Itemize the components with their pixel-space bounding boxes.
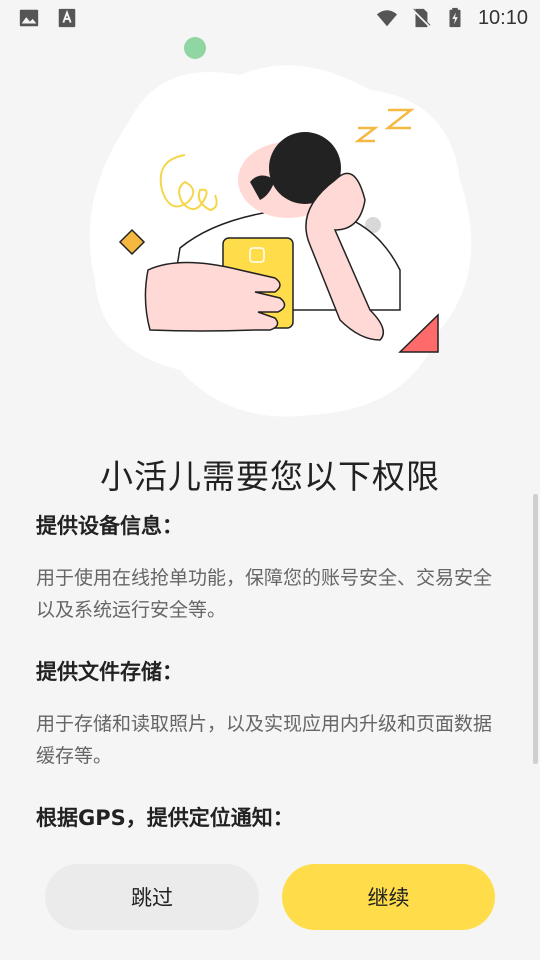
permission-title: 提供设备信息： — [36, 514, 183, 538]
font-download-icon — [58, 8, 76, 28]
wifi-icon — [376, 10, 398, 27]
scrollbar[interactable] — [533, 494, 538, 764]
page-title: 小活儿需要您以下权限 — [100, 457, 440, 496]
permissions-list[interactable]: 提供设备信息： 用于使用在线抢单功能，保障您的账号安全、交易安全以及系统运行安全… — [36, 512, 506, 842]
status-right: 10:10 — [376, 7, 528, 30]
status-left — [18, 7, 78, 29]
clock: 10:10 — [477, 6, 528, 29]
illustration — [89, 37, 472, 417]
button-bar: 跳过 继续 — [0, 864, 540, 930]
battery-charging-icon — [449, 7, 461, 28]
skip-button[interactable]: 跳过 — [45, 864, 259, 930]
permission-file-storage: 提供文件存储： 用于存储和读取照片，以及实现应用内升级和页面数据缓存等。 — [36, 658, 506, 772]
permission-description: 用于使用在线抢单功能，保障您的账号安全、交易安全以及系统运行安全等。 — [36, 567, 493, 621]
permission-title: 提供文件存储： — [36, 660, 183, 684]
permission-description: 用于存储和读取照片，以及实现应用内升级和页面数据缓存等。 — [36, 713, 493, 767]
permission-gps-location: 根据GPS，提供定位通知： — [36, 804, 506, 832]
no-sim-icon — [412, 8, 431, 28]
green-dot — [184, 37, 206, 59]
continue-button[interactable]: 继续 — [282, 864, 495, 930]
gallery-icon — [19, 9, 39, 27]
permission-title: 根据GPS，提供定位通知： — [36, 806, 294, 830]
permission-device-info: 提供设备信息： 用于使用在线抢单功能，保障您的账号安全、交易安全以及系统运行安全… — [36, 512, 506, 626]
